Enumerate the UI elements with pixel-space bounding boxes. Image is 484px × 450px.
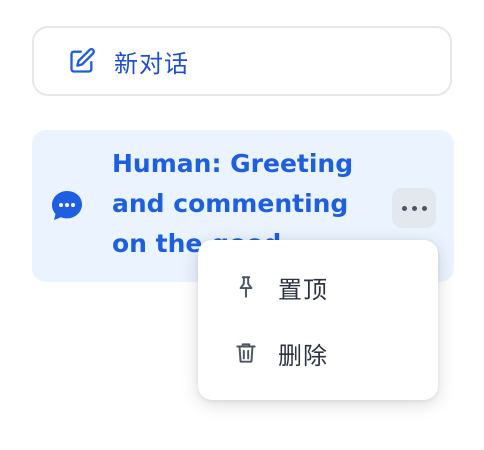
edit-icon xyxy=(68,47,96,75)
context-menu: 置顶 删除 xyxy=(198,240,438,400)
menu-item-label: 删除 xyxy=(278,341,328,370)
more-options-button[interactable] xyxy=(392,188,436,228)
conversation-sidebar: 新对话 Human: Greeting and commenting on th… xyxy=(0,0,484,450)
more-horizontal-icon xyxy=(401,205,427,211)
menu-item-delete[interactable]: 删除 xyxy=(198,320,438,386)
menu-item-label: 置顶 xyxy=(278,275,328,304)
menu-item-pin[interactable]: 置顶 xyxy=(198,254,438,320)
pin-icon xyxy=(232,273,260,301)
trash-icon xyxy=(232,339,260,367)
new-chat-button[interactable]: 新对话 xyxy=(32,26,452,96)
new-chat-label: 新对话 xyxy=(114,49,189,78)
chat-bubble-icon xyxy=(50,189,84,223)
